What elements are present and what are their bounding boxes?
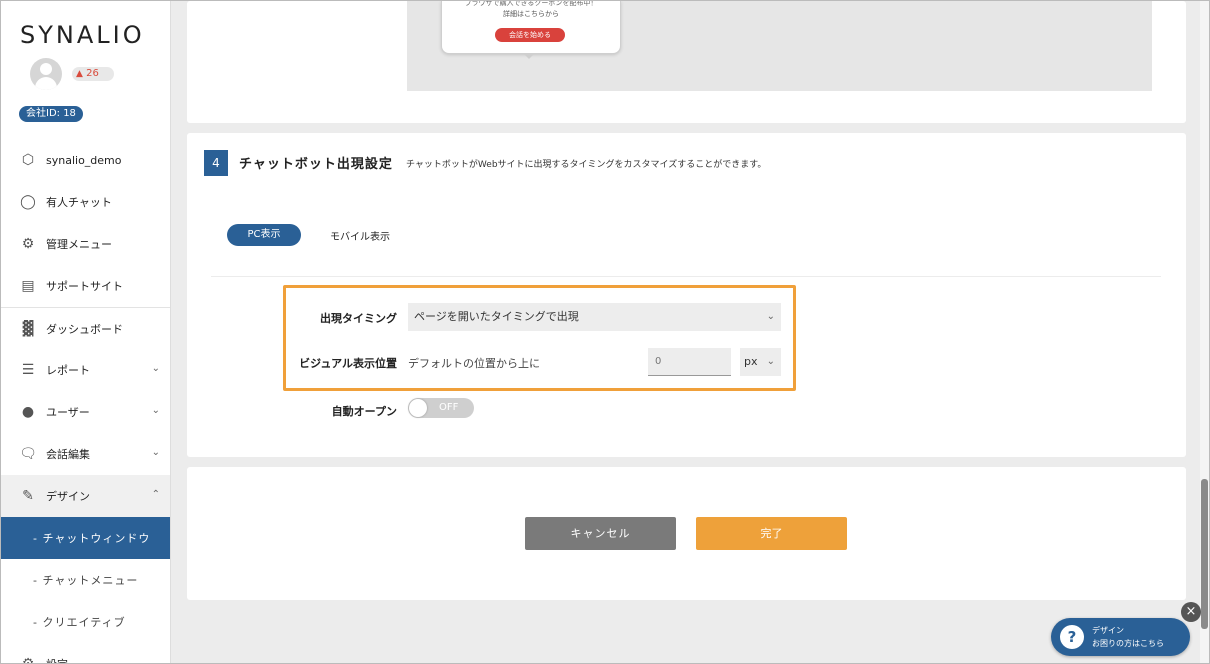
- sidebar-item-label: デザイン: [46, 490, 90, 503]
- unit-select[interactable]: px ⌄: [740, 348, 781, 376]
- step-number: 4: [204, 150, 228, 176]
- submenu-creative[interactable]: - クリエイティブ: [1, 601, 170, 643]
- help-subtitle: お困りの方はこちら: [1092, 639, 1164, 648]
- bell-icon: ▲: [76, 69, 83, 79]
- sidebar-item-dashboard[interactable]: ▓ ダッシュボード: [1, 307, 170, 349]
- bar-chart-icon: ▓: [22, 320, 34, 337]
- company-id-badge: 会社ID: 18: [19, 106, 83, 122]
- sidebar-item-design[interactable]: ✎ デザイン ⌃: [1, 475, 170, 517]
- toggle-state: OFF: [439, 402, 459, 413]
- preview-line-2: 詳細はこちらから: [503, 10, 559, 18]
- list-icon: ☰: [21, 362, 35, 378]
- sidebar-item-report[interactable]: ☰ レポート ⌄: [1, 349, 170, 391]
- brand-logo[interactable]: SYNALIO: [20, 21, 145, 49]
- section-description: チャットボットがWebサイトに出現するタイミングをカスタマイズすることができます…: [406, 160, 767, 170]
- chevron-down-icon: ⌄: [151, 447, 160, 458]
- chevron-down-icon: ⌄: [151, 405, 160, 416]
- visual-position-label: ビジュアル表示位置: [299, 357, 397, 370]
- sidebar-item-label: レポート: [46, 364, 90, 377]
- preview-bubble: ブラウザで購入できるクーポンを配布中！ 詳細はこちらから 会話を始める: [441, 1, 621, 54]
- gears-icon: ⚙: [19, 655, 37, 663]
- edit-icon: ✎: [22, 488, 34, 504]
- help-title: デザイン: [1092, 626, 1124, 635]
- sidebar-item-support-site[interactable]: ▤ サポートサイト: [1, 265, 170, 307]
- notification-badge[interactable]: ▲ 26: [72, 67, 114, 81]
- sidebar-item-manned-chat[interactable]: ◯ 有人チャット: [1, 181, 170, 223]
- chatbot-appearance-panel: 4 チャットボット出現設定 チャットボットがWebサイトに出現するタイミングをカ…: [187, 133, 1186, 457]
- auto-open-toggle[interactable]: OFF: [408, 398, 474, 418]
- sidebar-item-label: ダッシュボード: [46, 322, 123, 336]
- sidebar-item-users[interactable]: ● ユーザー ⌄: [1, 391, 170, 433]
- scrollbar[interactable]: [1200, 1, 1209, 663]
- chevron-up-icon: ⌃: [151, 489, 160, 500]
- bubble-tail: [523, 53, 535, 59]
- avatar[interactable]: [30, 58, 62, 90]
- chevron-down-icon: ⌄: [151, 363, 160, 374]
- toggle-knob: [409, 399, 427, 417]
- help-widget[interactable]: ? デザイン お困りの方はこちら: [1051, 618, 1190, 656]
- tab-pc-display[interactable]: PC表示: [227, 224, 301, 246]
- submenu-chat-menu[interactable]: - チャットメニュー: [1, 559, 170, 601]
- preview-line-1: ブラウザで購入できるクーポンを配布中！: [464, 0, 598, 7]
- question-icon: ?: [1060, 625, 1084, 649]
- users-icon: ●: [21, 404, 35, 420]
- chevron-down-icon: ⌄: [766, 311, 775, 322]
- notification-count: 26: [86, 68, 99, 79]
- tab-mobile-display[interactable]: モバイル表示: [330, 228, 390, 243]
- avatar-head: [40, 63, 52, 75]
- cancel-button[interactable]: キャンセル: [525, 517, 676, 550]
- app-frame: SYNALIO ▲ 26 会社ID: 18 ⬡ synalio_demo ◯ 有…: [0, 0, 1210, 664]
- sidebar-item-label: 会話編集: [46, 448, 90, 461]
- divider: [211, 276, 1161, 277]
- section-title: チャットボット出現設定: [239, 157, 393, 172]
- gears-icon: ⚙: [21, 236, 35, 252]
- scrollbar-thumb[interactable]: [1201, 479, 1208, 629]
- sidebar: SYNALIO ▲ 26 会社ID: 18 ⬡ synalio_demo ◯ 有…: [1, 1, 171, 663]
- cube-icon: ⬡: [21, 152, 35, 168]
- headset-icon: ◯: [20, 194, 36, 210]
- sidebar-item-conversation-edit[interactable]: 🗨 会話編集 ⌄: [1, 433, 170, 475]
- auto-open-label: 自動オープン: [331, 405, 397, 418]
- sidebar-item-label: サポートサイト: [46, 280, 123, 293]
- timing-select-value: ページを開いたタイミングで出現: [414, 310, 579, 323]
- avatar-body: [35, 77, 57, 90]
- offset-input[interactable]: 0: [648, 348, 731, 376]
- submenu-chat-window[interactable]: - チャットウィンドウ: [1, 517, 170, 559]
- chat-icon: 🗨: [19, 446, 37, 462]
- sidebar-item-label: 設定: [46, 656, 68, 663]
- sidebar-item-label: ユーザー: [46, 406, 90, 419]
- browser-icon: ▤: [21, 278, 35, 294]
- timing-select[interactable]: ページを開いたタイミングで出現 ⌄: [408, 303, 781, 331]
- close-icon[interactable]: ×: [1181, 602, 1201, 622]
- chat-preview-area: ブラウザで購入できるクーポンを配布中！ 詳細はこちらから 会話を始める: [407, 1, 1152, 91]
- sidebar-item-label: 有人チャット: [46, 196, 112, 209]
- sidebar-item-settings[interactable]: ⚙ 設定: [1, 643, 170, 663]
- done-button[interactable]: 完了: [696, 517, 847, 550]
- sidebar-item-admin-menu[interactable]: ⚙ 管理メニュー: [1, 223, 170, 265]
- sidebar-item-label: 管理メニュー: [46, 238, 112, 251]
- sidebar-item-label: synalio_demo: [46, 153, 122, 167]
- sidebar-item-account[interactable]: ⬡ synalio_demo: [1, 139, 170, 181]
- unit-select-value: px: [744, 355, 758, 368]
- visual-position-text: デフォルトの位置から上に: [408, 357, 540, 370]
- preview-panel: ブラウザで購入できるクーポンを配布中！ 詳細はこちらから 会話を始める: [187, 1, 1186, 123]
- timing-label: 出現タイミング: [320, 312, 397, 325]
- sidebar-menu: ⬡ synalio_demo ◯ 有人チャット ⚙ 管理メニュー ▤ サポートサ…: [1, 139, 170, 663]
- actions-panel: キャンセル 完了: [187, 467, 1186, 600]
- start-conversation-button[interactable]: 会話を始める: [495, 28, 565, 42]
- chevron-down-icon: ⌄: [766, 356, 775, 367]
